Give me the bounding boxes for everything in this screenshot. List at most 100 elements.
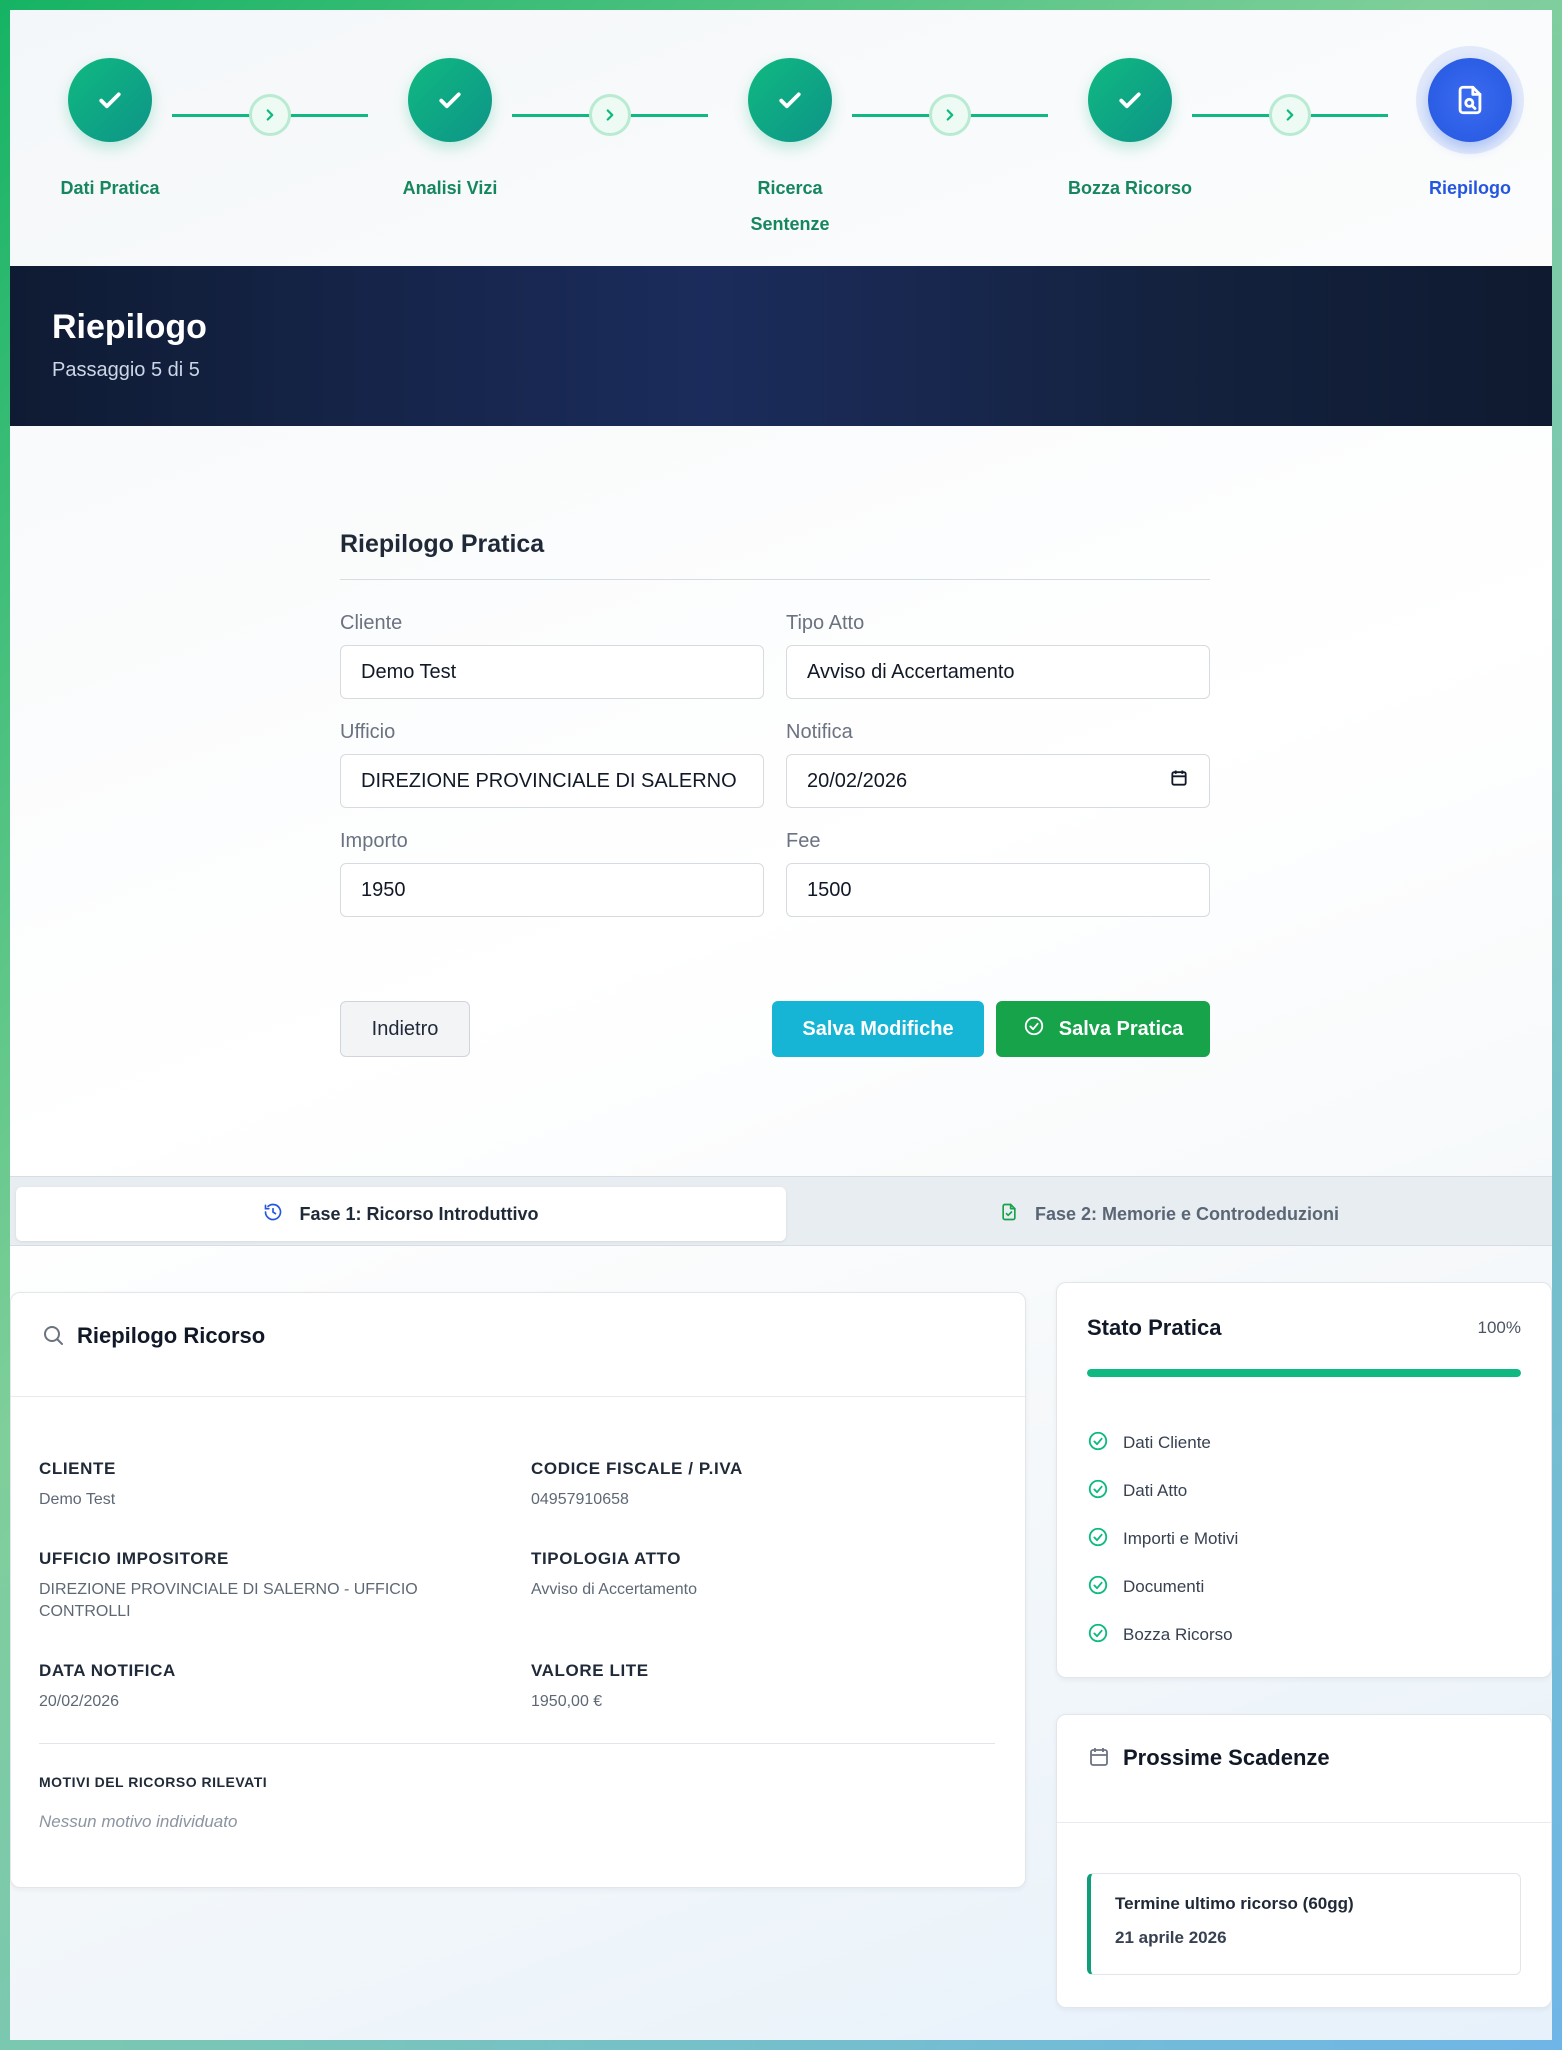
- summary-value: 1950,00 €: [531, 1693, 603, 1710]
- step-label: Riepilogo: [1429, 178, 1511, 198]
- summary-value: Demo Test: [39, 1491, 116, 1508]
- tab-fase-1[interactable]: Fase 1: Ricorso Introduttivo: [16, 1187, 786, 1241]
- field-label: Notifica: [786, 721, 853, 743]
- prossime-scadenze-card: Prossime Scadenze Termine ultimo ricorso…: [1056, 1714, 1552, 2008]
- fee-input[interactable]: 1500: [786, 863, 1210, 917]
- ufficio-input[interactable]: DIREZIONE PROVINCIALE DI SALERNO: [340, 754, 764, 808]
- riepilogo-pratica-form: Riepilogo Pratica Cliente Demo Test Tipo…: [340, 530, 1210, 1057]
- input-value: Avviso di Accertamento: [807, 660, 1015, 683]
- field-fee: Fee 1500: [786, 830, 1210, 917]
- checklist-item: Bozza Ricorso: [1087, 1611, 1521, 1659]
- card-title: Riepilogo Ricorso: [77, 1323, 266, 1348]
- back-button[interactable]: Indietro: [340, 1001, 470, 1057]
- save-changes-button[interactable]: Salva Modifiche: [772, 1001, 984, 1057]
- summary-key: VALORE LITE: [531, 1661, 649, 1680]
- step-label-line: Ricerca: [757, 178, 823, 198]
- summary-key: DATA NOTIFICA: [39, 1661, 176, 1680]
- chevron-right-icon: [929, 94, 971, 136]
- field-cliente: Cliente Demo Test: [340, 612, 764, 699]
- check-circle-icon: [1087, 1430, 1109, 1457]
- checklist-label: Importi e Motivi: [1123, 1529, 1239, 1548]
- check-icon: [408, 58, 492, 142]
- calendar-icon: [1087, 1745, 1111, 1775]
- chevron-right-icon: [1269, 94, 1311, 136]
- input-value: Demo Test: [361, 660, 457, 683]
- form-title: Riepilogo Pratica: [340, 530, 1210, 580]
- input-value: 1500: [807, 878, 852, 901]
- step-label: Analisi Vizi: [402, 178, 498, 198]
- summary-key: CODICE FISCALE / P.IVA: [531, 1459, 743, 1478]
- check-circle-icon: [1023, 1015, 1045, 1043]
- form-actions: Indietro Salva Modifiche Salva Pratica: [340, 1001, 1210, 1057]
- riepilogo-ricorso-card: Riepilogo Ricorso CLIENTE Demo Test CODI…: [10, 1292, 1026, 1888]
- field-label: Ufficio: [340, 721, 396, 743]
- card-header: Riepilogo Ricorso: [11, 1293, 1025, 1397]
- summary-item: VALORE LITE 1950,00 €: [531, 1661, 991, 1713]
- calendar-icon[interactable]: [1169, 768, 1189, 794]
- summary-item: UFFICIO IMPOSITORE DIREZIONE PROVINCIALE…: [39, 1549, 531, 1623]
- deadline-date: 21 aprile 2026: [1115, 1928, 1227, 1947]
- checklist-item: Dati Cliente: [1087, 1419, 1521, 1467]
- summary-key: CLIENTE: [39, 1459, 116, 1478]
- summary-value: 20/02/2026: [39, 1693, 120, 1710]
- checklist-label: Bozza Ricorso: [1123, 1625, 1233, 1644]
- checklist-item: Importi e Motivi: [1087, 1515, 1521, 1563]
- summary-item: DATA NOTIFICA 20/02/2026: [39, 1661, 531, 1713]
- save-pratica-button[interactable]: Salva Pratica: [996, 1001, 1210, 1057]
- summary-item: CODICE FISCALE / P.IVA 04957910658: [531, 1459, 991, 1511]
- phase-tabs: Fase 1: Ricorso Introduttivo Fase 2: Mem…: [10, 1176, 1552, 1246]
- field-label: Fee: [786, 830, 821, 852]
- field-label: Importo: [340, 830, 408, 852]
- file-check-icon: [999, 1202, 1019, 1227]
- tipo-atto-input[interactable]: Avviso di Accertamento: [786, 645, 1210, 699]
- checklist-label: Dati Atto: [1123, 1481, 1188, 1500]
- check-circle-icon: [1087, 1526, 1109, 1553]
- page-title: Riepilogo: [52, 308, 207, 346]
- field-importo: Importo 1950: [340, 830, 764, 917]
- tab-fase-2[interactable]: Fase 2: Memorie e Controdeduzioni: [786, 1187, 1552, 1241]
- card-header: Prossime Scadenze: [1057, 1715, 1551, 1823]
- field-label: Cliente: [340, 612, 403, 634]
- progress-bar: [1087, 1369, 1521, 1377]
- input-value: DIREZIONE PROVINCIALE DI SALERNO: [361, 769, 737, 792]
- step-label-line: Sentenze: [750, 214, 830, 234]
- document-search-icon: [1428, 58, 1512, 142]
- step-dati-pratica[interactable]: Dati Pratica: [10, 58, 230, 206]
- chevron-right-icon: [589, 94, 631, 136]
- step-bozza-ricorso[interactable]: Bozza Ricorso: [1010, 58, 1250, 206]
- motivi-empty-text: Nessun motivo individuato: [39, 1812, 238, 1831]
- checklist-label: Documenti: [1123, 1577, 1205, 1596]
- motivi-section: MOTIVI DEL RICORSO RILEVATI Nessun motiv…: [11, 1744, 1025, 1832]
- summary-value: Avviso di Accertamento: [531, 1581, 698, 1598]
- step-ricerca-sentenze[interactable]: Ricerca Sentenze: [670, 58, 910, 242]
- page-subtitle: Passaggio 5 di 5: [52, 359, 200, 381]
- summary-value: DIREZIONE PROVINCIALE DI SALERNO - UFFIC…: [39, 1581, 418, 1620]
- check-icon: [748, 58, 832, 142]
- checklist-item: Dati Atto: [1087, 1467, 1521, 1515]
- summary-value: 04957910658: [531, 1491, 629, 1508]
- wizard-stepper: Dati Pratica Analisi Vizi Ricerca Senten…: [10, 10, 1552, 266]
- card-title: Prossime Scadenze: [1123, 1745, 1330, 1770]
- summary-item: CLIENTE Demo Test: [39, 1459, 531, 1511]
- notifica-date-input[interactable]: 20/02/2026: [786, 754, 1210, 808]
- chevron-right-icon: [249, 94, 291, 136]
- step-analisi-vizi[interactable]: Analisi Vizi: [330, 58, 570, 206]
- motivi-title: MOTIVI DEL RICORSO RILEVATI: [39, 1774, 268, 1790]
- field-label: Tipo Atto: [786, 612, 865, 634]
- step-label: Ricerca Sentenze: [670, 170, 910, 242]
- progress-percent: 100%: [1477, 1318, 1521, 1337]
- step-riepilogo[interactable]: Riepilogo: [1350, 58, 1552, 206]
- button-label: Salva Pratica: [1058, 1017, 1184, 1040]
- summary-key: UFFICIO IMPOSITORE: [39, 1549, 229, 1568]
- deadline-title: Termine ultimo ricorso (60gg): [1115, 1894, 1354, 1913]
- step-label: Bozza Ricorso: [1067, 178, 1193, 198]
- history-icon: [263, 1202, 283, 1227]
- importo-input[interactable]: 1950: [340, 863, 764, 917]
- cliente-input[interactable]: Demo Test: [340, 645, 764, 699]
- deadline-item: Termine ultimo ricorso (60gg) 21 aprile …: [1087, 1873, 1521, 1975]
- tab-label: Fase 1: Ricorso Introduttivo: [299, 1203, 539, 1224]
- field-notifica: Notifica 20/02/2026: [786, 721, 1210, 808]
- input-value: 20/02/2026: [807, 769, 908, 792]
- summary-item: TIPOLOGIA ATTO Avviso di Accertamento: [531, 1549, 991, 1623]
- stato-pratica-card: Stato Pratica 100% Dati Cliente Dati Att…: [1056, 1282, 1552, 1678]
